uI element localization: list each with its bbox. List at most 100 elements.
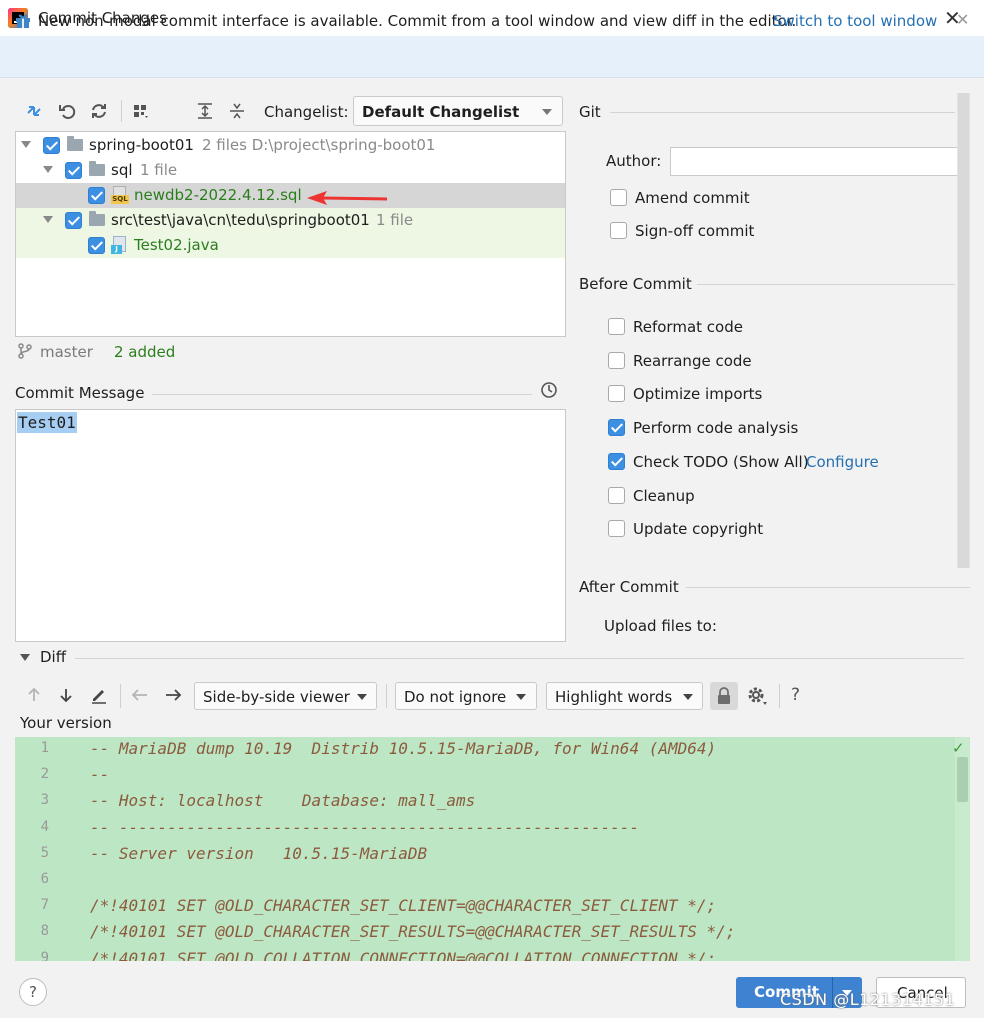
- folder-src-meta: 1 file: [376, 211, 414, 229]
- chevron-down-icon: [683, 694, 693, 700]
- code-line: /*!40101 SET @OLD_CHARACTER_SET_CLIENT=@…: [90, 896, 717, 916]
- tree-row-java-file[interactable]: J Test02.java: [16, 233, 565, 258]
- sql-file-name: newdb2-2022.4.12.sql: [134, 186, 302, 204]
- rollback-icon[interactable]: [57, 101, 77, 121]
- java-file-name: Test02.java: [134, 236, 219, 254]
- cleanup-label[interactable]: Cleanup: [633, 487, 695, 505]
- switch-to-tool-window-link[interactable]: Switch to tool window: [773, 12, 937, 30]
- chevron-down-icon: [542, 109, 552, 115]
- code-scrollbar-thumb[interactable]: [957, 757, 968, 802]
- changelist-dropdown[interactable]: Default Changelist: [353, 96, 563, 126]
- diff-collapse-triangle-icon[interactable]: [20, 654, 30, 661]
- edit-source-icon[interactable]: [89, 685, 109, 705]
- red-arrow-annotation-icon: [307, 191, 388, 205]
- signoff-commit-label[interactable]: Sign-off commit: [635, 222, 754, 240]
- line-number: 6: [40, 871, 49, 887]
- update-copyright-label[interactable]: Update copyright: [633, 520, 763, 538]
- expand-triangle-icon[interactable]: [43, 166, 53, 173]
- banner-message: New non-modal commit interface is availa…: [38, 12, 797, 30]
- collapse-all-icon[interactable]: [227, 101, 247, 121]
- sql-file-checkbox[interactable]: [88, 187, 105, 204]
- commit-message-divider: [152, 394, 532, 395]
- expand-triangle-icon[interactable]: [21, 141, 31, 148]
- show-diff-icon[interactable]: [24, 101, 44, 121]
- folder-src-checkbox[interactable]: [65, 212, 82, 229]
- upload-files-label: Upload files to:: [604, 617, 717, 635]
- next-file-icon[interactable]: [163, 686, 183, 704]
- toolbar-separator: [121, 100, 122, 122]
- highlight-mode-dropdown[interactable]: Highlight words: [546, 682, 703, 710]
- author-input[interactable]: [670, 147, 964, 176]
- gear-icon[interactable]: [746, 685, 770, 707]
- viewer-mode-dropdown[interactable]: Side-by-side viewer: [194, 682, 377, 710]
- module-name: spring-boot01: [89, 136, 194, 154]
- diff-code-editor[interactable]: 1 -- MariaDB dump 10.19 Distrib 10.5.15-M…: [15, 737, 970, 961]
- branch-name: master: [40, 343, 93, 361]
- amend-commit-label[interactable]: Amend commit: [635, 189, 750, 207]
- before-commit-title: Before Commit: [579, 275, 692, 293]
- line-number: 5: [40, 844, 49, 861]
- lock-toggle-button[interactable]: [710, 682, 738, 710]
- tree-row-sql-file[interactable]: SQL newdb2-2022.4.12.sql: [16, 183, 565, 208]
- check-todo-label[interactable]: Check TODO (Show All): [633, 453, 809, 471]
- code-line: --: [90, 765, 110, 785]
- reformat-code-checkbox[interactable]: [608, 318, 625, 335]
- commit-message-label: Commit Message: [15, 384, 145, 402]
- optimize-imports-label[interactable]: Optimize imports: [633, 385, 762, 403]
- options-scrollbar-thumb[interactable]: [958, 93, 969, 568]
- tree-row-folder-sql[interactable]: sql 1 file: [16, 158, 565, 183]
- sql-file-icon: SQL: [111, 186, 129, 205]
- ignore-whitespace-dropdown[interactable]: Do not ignore: [395, 682, 537, 710]
- tree-row-module[interactable]: spring-boot01 2 files D:\project\spring-…: [16, 133, 565, 158]
- gift-icon: [16, 14, 30, 28]
- group-by-icon[interactable]: [131, 101, 151, 121]
- help-button[interactable]: ?: [19, 978, 47, 1006]
- line-number: 7: [40, 897, 49, 914]
- commit-message-input[interactable]: Test01: [15, 409, 566, 642]
- chevron-down-icon: [357, 694, 367, 700]
- next-difference-icon[interactable]: [57, 686, 75, 704]
- git-divider: [610, 112, 955, 113]
- folder-sql-checkbox[interactable]: [65, 162, 82, 179]
- added-count: 2 added: [114, 343, 176, 361]
- amend-commit-checkbox[interactable]: [610, 189, 627, 206]
- toolbar-separator: [386, 684, 387, 708]
- rearrange-code-checkbox[interactable]: [608, 352, 625, 369]
- banner-close-icon[interactable]: ✕: [956, 10, 969, 29]
- signoff-commit-checkbox[interactable]: [610, 222, 627, 239]
- toolbar-separator: [779, 684, 780, 708]
- perform-code-analysis-label[interactable]: Perform code analysis: [633, 419, 798, 437]
- folder-icon: [89, 161, 105, 176]
- code-line: /*!40101 SET @OLD_CHARACTER_SET_RESULTS=…: [90, 922, 736, 942]
- folder-sql-meta: 1 file: [140, 161, 178, 179]
- your-version-label: Your version: [20, 714, 112, 732]
- diff-section-title[interactable]: Diff: [40, 648, 66, 666]
- previous-file-icon[interactable]: [130, 686, 150, 704]
- update-copyright-checkbox[interactable]: [608, 520, 625, 537]
- module-checkbox[interactable]: [43, 137, 60, 154]
- expand-triangle-icon[interactable]: [43, 216, 53, 223]
- java-file-checkbox[interactable]: [88, 237, 105, 254]
- history-clock-icon[interactable]: [540, 381, 558, 399]
- cleanup-checkbox[interactable]: [608, 487, 625, 504]
- refresh-icon[interactable]: [89, 101, 109, 121]
- line-number: 3: [40, 792, 49, 809]
- changelist-value: Default Changelist: [362, 103, 520, 121]
- check-todo-checkbox[interactable]: [608, 453, 625, 470]
- git-section-title: Git: [579, 103, 601, 121]
- reformat-code-label[interactable]: Reformat code: [633, 318, 743, 336]
- previous-difference-icon[interactable]: [25, 686, 43, 704]
- changelist-label: Changelist:: [264, 103, 349, 121]
- ignore-whitespace-value: Do not ignore: [404, 688, 507, 706]
- expand-all-icon[interactable]: [195, 101, 215, 121]
- diff-help-icon[interactable]: ?: [791, 685, 800, 705]
- code-line: /*!40101 SET @OLD_COLLATION_CONNECTION=@…: [90, 948, 717, 961]
- highlight-mode-value: Highlight words: [555, 688, 673, 706]
- perform-code-analysis-checkbox[interactable]: [608, 419, 625, 436]
- rearrange-code-label[interactable]: Rearrange code: [633, 352, 752, 370]
- optimize-imports-checkbox[interactable]: [608, 385, 625, 402]
- configure-todo-link[interactable]: Configure: [806, 453, 879, 471]
- changes-tree[interactable]: spring-boot01 2 files D:\project\spring-…: [15, 131, 566, 337]
- tree-row-folder-src[interactable]: src\test\java\cn\tedu\springboot01 1 fil…: [16, 208, 565, 233]
- diff-divider: [75, 658, 964, 659]
